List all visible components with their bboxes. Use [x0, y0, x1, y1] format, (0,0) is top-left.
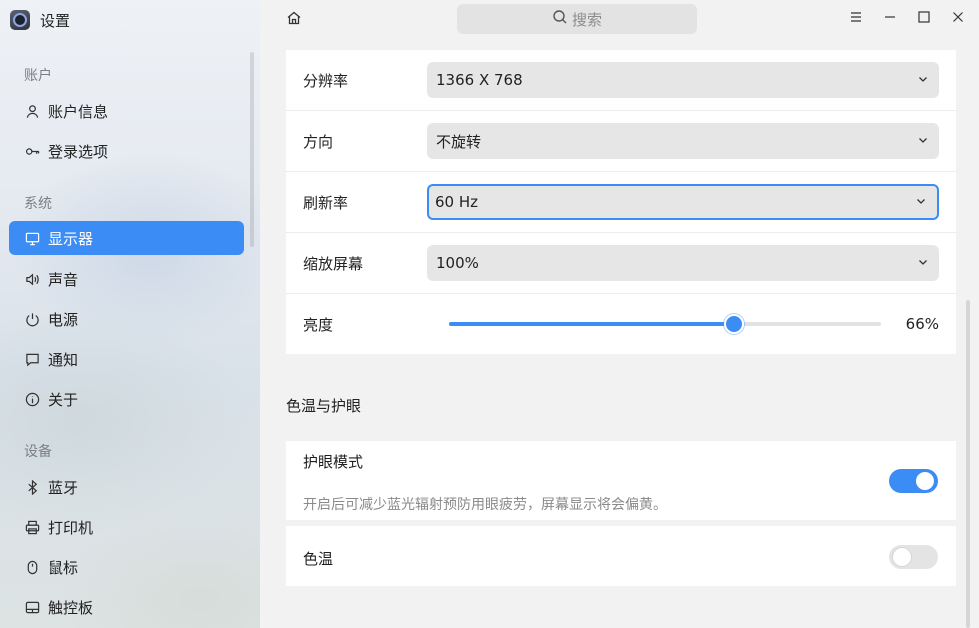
mouse-icon [24, 559, 40, 575]
orientation-label: 方向 [303, 132, 334, 151]
scale-select[interactable]: 100% [427, 245, 939, 281]
refresh-rate-label: 刷新率 [303, 193, 349, 212]
search-icon [552, 9, 568, 29]
sidebar-item-label: 账户信息 [48, 102, 109, 121]
color-temp-label: 色温 [303, 550, 334, 568]
sidebar-item-label: 显示器 [48, 229, 94, 248]
refresh-rate-row: 刷新率 60 Hz [286, 172, 956, 232]
brightness-slider-thumb[interactable] [724, 314, 745, 334]
main-panel: 搜索 分辨率 1366 X 768 方向 不旋转 刷新率 60 Hz 缩放屏幕 … [260, 0, 979, 628]
toggle-knob [893, 548, 911, 566]
orientation-value: 不旋转 [436, 132, 482, 151]
brightness-label: 亮度 [303, 315, 334, 334]
search-input[interactable]: 搜索 [457, 4, 697, 34]
menu-icon [849, 10, 863, 28]
sidebar-item-account-info[interactable]: 账户信息 [9, 94, 244, 128]
bluetooth-icon [24, 479, 40, 495]
sidebar-item-label: 关于 [48, 390, 79, 409]
maximize-icon [917, 10, 931, 28]
sidebar-item-label: 打印机 [48, 518, 94, 537]
title-bar: 搜索 [260, 0, 979, 40]
sidebar-item-login-options[interactable]: 登录选项 [9, 134, 244, 168]
sidebar-item-notifications[interactable]: 通知 [9, 342, 244, 376]
chevron-down-icon [917, 132, 929, 150]
sidebar-section-account: 账户 [24, 68, 52, 84]
close-button[interactable] [948, 9, 968, 29]
info-icon [24, 391, 40, 407]
settings-app-icon [10, 10, 30, 30]
orientation-row: 方向 不旋转 [286, 111, 956, 171]
sidebar-item-label: 通知 [48, 350, 79, 369]
refresh-rate-value: 60 Hz [435, 193, 479, 211]
touchpad-icon [24, 599, 40, 615]
scale-row: 缩放屏幕 100% [286, 233, 956, 293]
brightness-slider[interactable] [449, 314, 881, 334]
app-title: 设置 [40, 11, 71, 30]
display-settings-card: 分辨率 1366 X 768 方向 不旋转 刷新率 60 Hz 缩放屏幕 100… [286, 50, 956, 354]
sidebar-item-mouse[interactable]: 鼠标 [9, 550, 244, 584]
home-button[interactable] [284, 10, 304, 30]
sidebar-item-label: 触控板 [48, 598, 94, 617]
sidebar-item-display[interactable]: 显示器 [9, 221, 244, 255]
sidebar-item-about[interactable]: 关于 [9, 382, 244, 416]
sidebar-item-sound[interactable]: 声音 [9, 262, 244, 296]
main-scrollbar[interactable] [966, 300, 970, 628]
sidebar-item-label: 登录选项 [48, 142, 109, 161]
sidebar-item-label: 鼠标 [48, 558, 79, 577]
color-temp-card: 色温 [286, 526, 956, 586]
brightness-row: 亮度 66% [286, 294, 956, 354]
resolution-select[interactable]: 1366 X 768 [427, 62, 939, 98]
close-icon [951, 10, 965, 28]
brightness-slider-fill [449, 322, 735, 326]
sidebar-section-devices: 设备 [24, 444, 52, 460]
printer-icon [24, 519, 40, 535]
sidebar: 设置 账户 账户信息 登录选项 系统 显示器 声音 电源 通知 关于 设备 蓝牙… [0, 0, 260, 628]
monitor-icon [24, 230, 40, 246]
menu-button[interactable] [846, 9, 866, 29]
section-title-color-temp-eye-care: 色温与护眼 [286, 397, 362, 415]
eye-care-mode-toggle[interactable] [889, 469, 938, 493]
resolution-value: 1366 X 768 [436, 71, 523, 89]
search-placeholder: 搜索 [571, 10, 602, 29]
minimize-icon [883, 10, 897, 28]
refresh-rate-select[interactable]: 60 Hz [427, 184, 939, 220]
message-icon [24, 351, 40, 367]
sidebar-scrollbar[interactable] [250, 52, 254, 247]
sidebar-item-bluetooth[interactable]: 蓝牙 [9, 470, 244, 504]
sidebar-section-system: 系统 [24, 196, 52, 212]
resolution-row: 分辨率 1366 X 768 [286, 50, 956, 110]
scale-label: 缩放屏幕 [303, 254, 364, 273]
chevron-down-icon [915, 193, 927, 211]
eye-care-mode-label: 护眼模式 [303, 453, 364, 471]
maximize-button[interactable] [914, 9, 934, 29]
sidebar-item-label: 蓝牙 [48, 478, 79, 497]
sidebar-item-printer[interactable]: 打印机 [9, 510, 244, 544]
home-icon [286, 10, 302, 30]
sidebar-item-label: 声音 [48, 270, 79, 289]
sidebar-item-power[interactable]: 电源 [9, 302, 244, 336]
speaker-icon [24, 271, 40, 287]
app-header: 设置 [10, 9, 70, 31]
minimize-button[interactable] [880, 9, 900, 29]
sidebar-item-label: 电源 [48, 310, 79, 329]
chevron-down-icon [917, 254, 929, 272]
chevron-down-icon [917, 71, 929, 89]
scale-value: 100% [436, 254, 479, 272]
power-icon [24, 311, 40, 327]
orientation-select[interactable]: 不旋转 [427, 123, 939, 159]
resolution-label: 分辨率 [303, 71, 349, 90]
brightness-value: 66% [905, 315, 939, 333]
eye-care-mode-card: 护眼模式 开启后可减少蓝光辐射预防用眼疲劳，屏幕显示将会偏黄。 [286, 441, 956, 520]
eye-care-mode-description: 开启后可减少蓝光辐射预防用眼疲劳，屏幕显示将会偏黄。 [303, 497, 667, 513]
sidebar-item-touchpad[interactable]: 触控板 [9, 590, 244, 624]
key-icon [24, 143, 40, 159]
user-icon [24, 103, 40, 119]
toggle-knob [916, 472, 934, 490]
color-temp-toggle[interactable] [889, 545, 938, 569]
